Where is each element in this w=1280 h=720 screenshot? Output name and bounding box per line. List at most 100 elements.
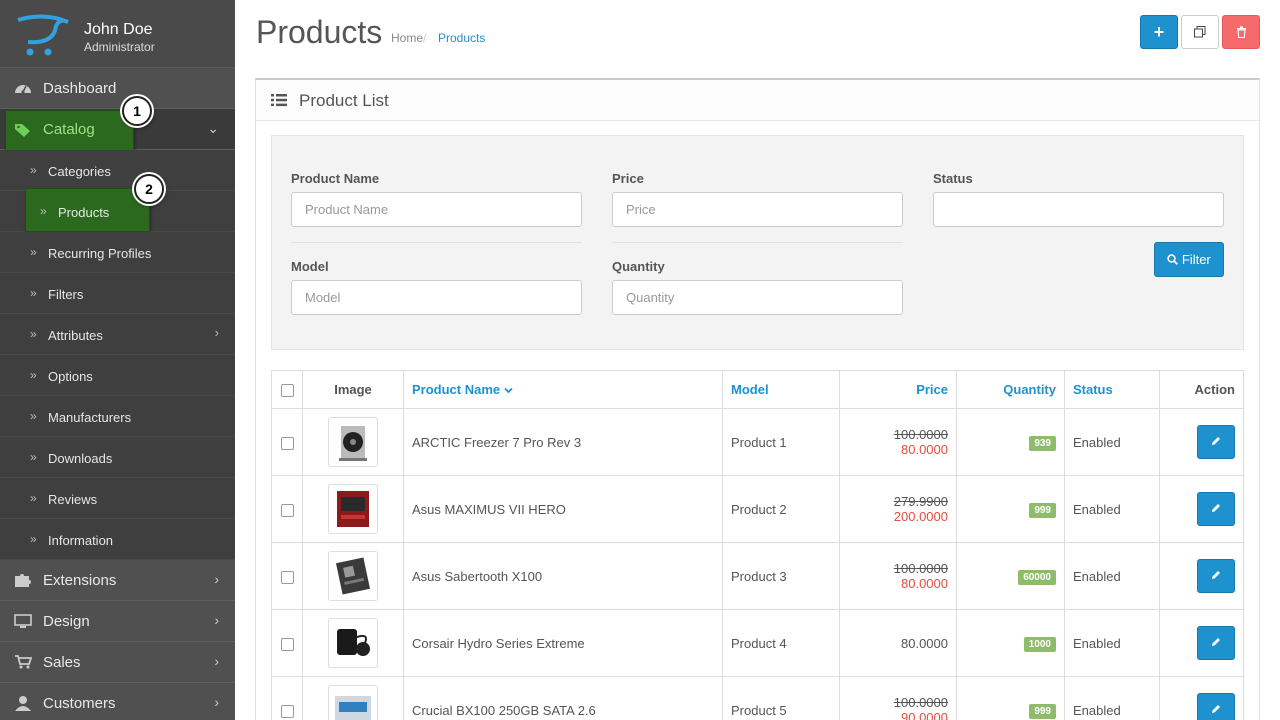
sidebar-item-downloads[interactable]: » Downloads bbox=[0, 437, 235, 478]
row-checkbox[interactable] bbox=[280, 503, 294, 517]
sidebar-item-attributes[interactable]: » Attributes › bbox=[0, 314, 235, 355]
nav-extensions-label: Extensions bbox=[43, 572, 117, 589]
row-select-cell bbox=[271, 609, 303, 677]
sidebar-item-label: Reviews bbox=[48, 492, 98, 507]
sidebar-item-reviews[interactable]: » Reviews bbox=[0, 478, 235, 519]
nav-catalog-label: Catalog bbox=[43, 121, 95, 138]
quantity-cell: 999 bbox=[956, 475, 1065, 543]
divider bbox=[291, 242, 582, 243]
user-profile: John Doe Administrator bbox=[0, 0, 235, 68]
special-price: 200.0000 bbox=[893, 509, 948, 524]
nav-customers-label: Customers bbox=[43, 695, 116, 712]
edit-button[interactable] bbox=[1197, 425, 1235, 459]
price-cell: 80.0000 bbox=[839, 609, 957, 677]
row-checkbox[interactable] bbox=[280, 637, 294, 651]
nav-design[interactable]: Design › bbox=[0, 601, 235, 642]
row-select-cell bbox=[271, 408, 303, 476]
sidebar-item-label: Products bbox=[58, 205, 110, 220]
nav-sales[interactable]: Sales › bbox=[0, 642, 235, 683]
liquid-cooler-image-icon bbox=[337, 629, 370, 656]
cart-icon bbox=[15, 655, 32, 669]
nav-customers[interactable]: Customers › bbox=[0, 683, 235, 720]
quantity-badge: 939 bbox=[1029, 435, 1056, 451]
edit-button[interactable] bbox=[1197, 693, 1235, 720]
col-status-label: Status bbox=[1073, 382, 1113, 397]
row-checkbox[interactable] bbox=[280, 704, 294, 718]
motherboard-box-image-icon bbox=[337, 491, 369, 527]
product-name-cell: Corsair Hydro Series Extreme bbox=[403, 609, 723, 677]
price-cell: 100.0000 80.0000 bbox=[839, 542, 957, 610]
edit-button[interactable] bbox=[1197, 492, 1235, 526]
row-checkbox[interactable] bbox=[280, 436, 294, 450]
pencil-icon bbox=[1212, 705, 1220, 713]
col-product-name[interactable]: Product Name bbox=[403, 370, 723, 409]
model-input[interactable] bbox=[291, 280, 582, 315]
sidebar-item-filters[interactable]: » Filters bbox=[0, 273, 235, 314]
sidebar-item-label: Information bbox=[48, 533, 114, 548]
price-cell: 100.0000 90.0000 bbox=[839, 676, 957, 720]
edit-button[interactable] bbox=[1197, 626, 1235, 660]
filter-button-label: Filter bbox=[1181, 252, 1211, 267]
breadcrumb-home[interactable]: Home bbox=[391, 31, 423, 45]
sidebar-item-manufacturers[interactable]: » Manufacturers bbox=[0, 396, 235, 437]
col-price-label: Price bbox=[916, 382, 948, 397]
product-table: Image Product Name Model Price Quantity … bbox=[271, 370, 1244, 720]
nav-extensions[interactable]: Extensions › bbox=[0, 560, 235, 601]
col-quantity[interactable]: Quantity bbox=[956, 370, 1065, 409]
sidebar-item-products[interactable]: » Products bbox=[0, 188, 235, 232]
panel-title: Product List bbox=[299, 91, 389, 110]
nav-dashboard[interactable]: Dashboard bbox=[0, 68, 235, 109]
callout-2: 2 bbox=[134, 174, 164, 204]
filter-button[interactable]: Filter bbox=[1154, 242, 1224, 277]
motherboard-image-icon bbox=[335, 557, 371, 595]
sidebar-item-information[interactable]: » Information bbox=[0, 519, 235, 560]
cpu-cooler-image-icon bbox=[339, 426, 367, 461]
copy-button[interactable] bbox=[1181, 15, 1219, 49]
status-label: Status bbox=[933, 171, 973, 186]
ssd-image-icon bbox=[335, 696, 371, 720]
quantity-badge: 999 bbox=[1029, 703, 1056, 719]
special-price: 80.0000 bbox=[901, 442, 948, 457]
page-header: Products Home / Products + bbox=[235, 0, 1280, 78]
product-name-cell: Asus MAXIMUS VII HERO bbox=[403, 475, 723, 543]
quantity-input[interactable] bbox=[612, 280, 903, 315]
product-name-cell: Asus Sabertooth X100 bbox=[403, 542, 723, 610]
chevron-right-icon: › bbox=[214, 325, 219, 340]
status-select[interactable] bbox=[933, 192, 1224, 227]
chevron-down-icon: ⌄ bbox=[207, 120, 219, 136]
price-label: Price bbox=[612, 171, 644, 186]
divider bbox=[612, 242, 903, 243]
product-thumbnail bbox=[328, 484, 378, 534]
select-all-checkbox[interactable] bbox=[280, 384, 294, 398]
col-image: Image bbox=[302, 370, 404, 409]
delete-button[interactable] bbox=[1222, 15, 1260, 49]
special-price: 90.0000 bbox=[901, 710, 948, 720]
nav-catalog[interactable]: Catalog ⌄ bbox=[0, 109, 235, 152]
plus-icon: + bbox=[1153, 22, 1165, 42]
sidebar-item-categories[interactable]: » Categories bbox=[0, 150, 235, 191]
action-cell bbox=[1159, 408, 1244, 476]
sidebar-item-label: Manufacturers bbox=[48, 410, 132, 425]
list-icon bbox=[271, 94, 287, 107]
breadcrumb-products[interactable]: Products bbox=[438, 31, 485, 45]
product-thumbnail bbox=[328, 417, 378, 467]
sidebar-item-recurring-profiles[interactable]: » Recurring Profiles bbox=[0, 232, 235, 273]
price-input[interactable] bbox=[612, 192, 903, 227]
sidebar-item-options[interactable]: » Options bbox=[0, 355, 235, 396]
row-checkbox[interactable] bbox=[280, 570, 294, 584]
quantity-cell: 60000 bbox=[956, 542, 1065, 610]
product-name-input[interactable] bbox=[291, 192, 582, 227]
add-button[interactable]: + bbox=[1140, 15, 1178, 49]
col-price[interactable]: Price bbox=[839, 370, 957, 409]
status-cell: Enabled bbox=[1064, 676, 1160, 720]
sidebar: John Doe Administrator Dashboard Catalog… bbox=[0, 0, 235, 720]
col-model[interactable]: Model bbox=[722, 370, 840, 409]
double-chevron-icon: » bbox=[30, 327, 37, 341]
col-status[interactable]: Status bbox=[1064, 370, 1160, 409]
quantity-badge: 60000 bbox=[1018, 569, 1056, 585]
chevron-right-icon: › bbox=[214, 694, 219, 710]
edit-button[interactable] bbox=[1197, 559, 1235, 593]
table-row: Corsair Hydro Series Extreme Product 4 8… bbox=[271, 609, 1244, 677]
quantity-cell: 999 bbox=[956, 676, 1065, 720]
model-cell: Product 4 bbox=[722, 609, 840, 677]
